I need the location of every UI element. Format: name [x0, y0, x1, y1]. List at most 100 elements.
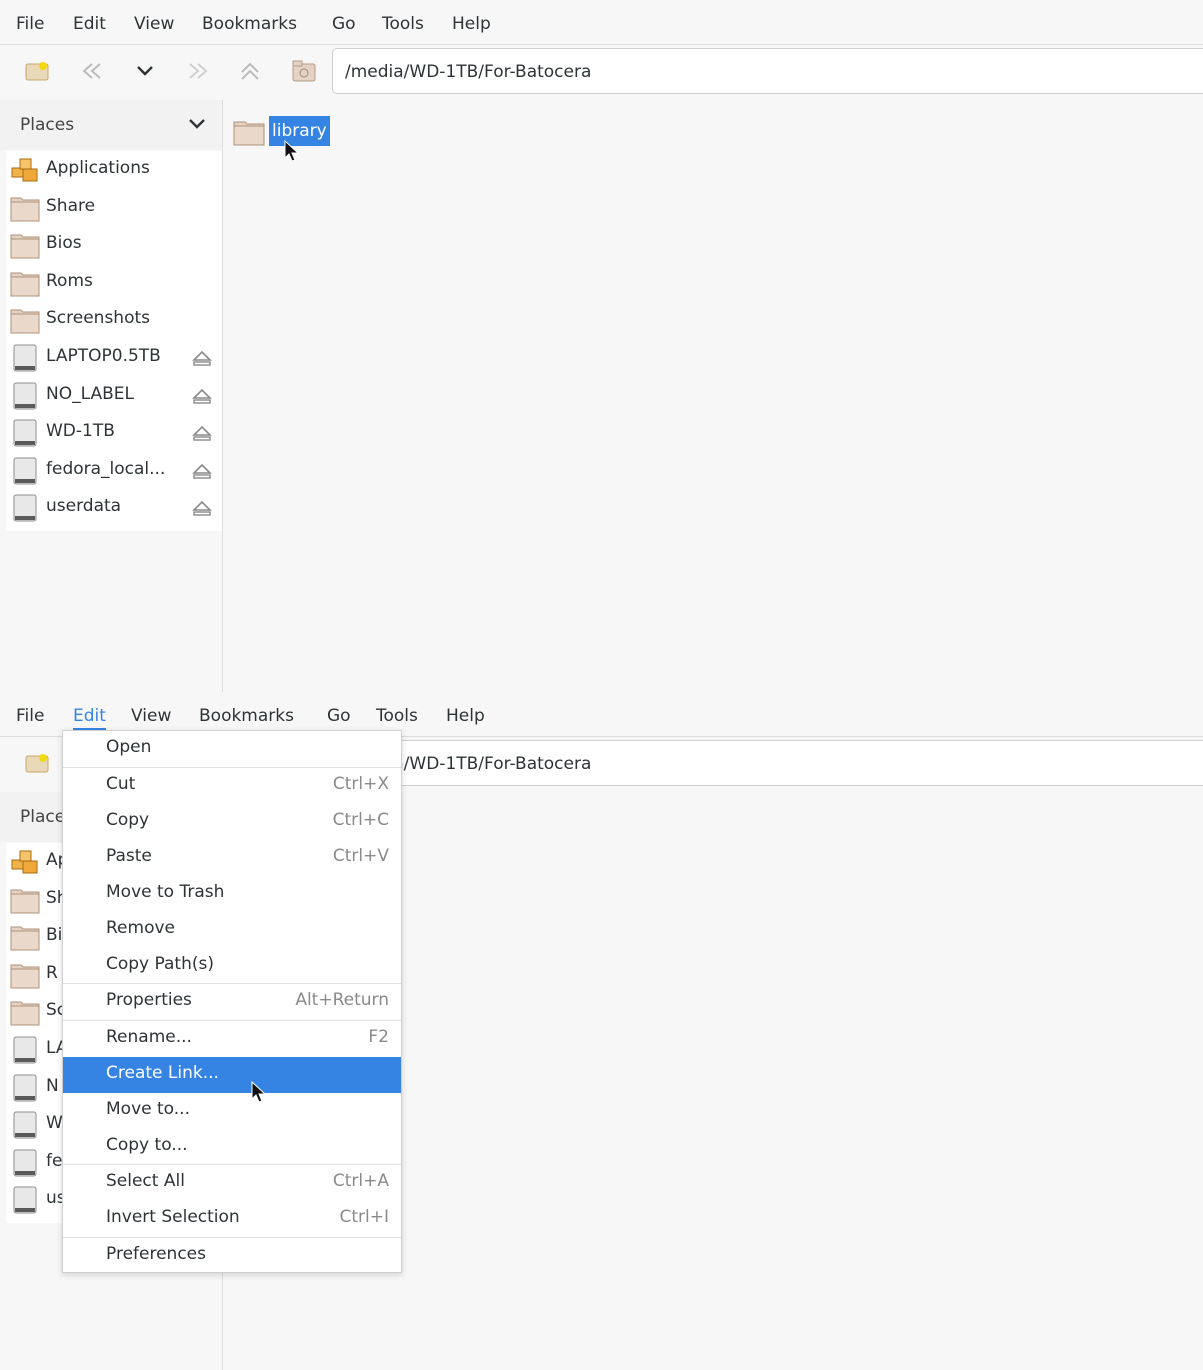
- menu-item[interactable]: Move to...: [63, 1093, 401, 1129]
- sidebar-item[interactable]: LAPTOP0.5TB: [6, 339, 222, 376]
- back-arrow-icon: [82, 63, 101, 79]
- menu-item-shortcut: Ctrl+V: [332, 846, 389, 866]
- eject-icon[interactable]: [191, 349, 213, 367]
- menu-file[interactable]: File: [16, 704, 44, 728]
- menu-bookmarks[interactable]: Bookmarks: [199, 704, 294, 728]
- menu-help[interactable]: Help: [452, 12, 491, 36]
- places-label: Places: [20, 115, 75, 135]
- menu-item-label: Cut: [106, 774, 136, 794]
- eject-icon[interactable]: [191, 462, 213, 480]
- drive-icon: [13, 1149, 37, 1177]
- location-bar[interactable]: /media/WD-1TB/For-Batocera: [332, 48, 1203, 94]
- sidebar-item-label: WD-1TB: [46, 421, 115, 442]
- sidebar-item[interactable]: fedora_local...: [6, 452, 222, 489]
- menu-item[interactable]: Copy Path(s): [63, 948, 401, 984]
- menu-go[interactable]: Go: [332, 12, 356, 36]
- menu-item-label: Rename...: [106, 1027, 192, 1047]
- back-button[interactable]: [74, 53, 110, 89]
- menu-item[interactable]: Select All Ctrl+A: [63, 1165, 401, 1201]
- up-button[interactable]: [232, 53, 268, 89]
- file-view[interactable]: library: [223, 100, 1203, 692]
- menu-item-label: Copy to...: [106, 1135, 188, 1155]
- sidebar-item[interactable]: Bios: [6, 226, 222, 263]
- menu-item-label: Preferences: [106, 1244, 206, 1264]
- folder-icon: [10, 1001, 40, 1026]
- menu-item[interactable]: Properties Alt+Return: [63, 984, 401, 1020]
- sidebar-item[interactable]: Roms: [6, 264, 222, 301]
- folder-icon: [10, 197, 40, 222]
- menu-tools[interactable]: Tools: [376, 704, 418, 728]
- up-arrow-icon: [241, 62, 259, 80]
- sidebar-item-label: R: [46, 962, 58, 983]
- history-dropdown-button[interactable]: [127, 53, 163, 89]
- menu-item[interactable]: Paste Ctrl+V: [63, 840, 401, 876]
- location-bar[interactable]: /media/WD-1TB/For-Batocera: [332, 740, 1203, 786]
- menu-item-label: Paste: [106, 846, 152, 866]
- home-folder-icon: [292, 60, 316, 82]
- menu-view[interactable]: View: [131, 704, 171, 728]
- sidebar-item-label: Bi: [46, 925, 63, 946]
- menu-item-shortcut: Ctrl+A: [332, 1171, 389, 1191]
- menu-separator: [63, 1164, 401, 1165]
- sidebar-item-label: Roms: [46, 270, 93, 291]
- sidebar-item-label: Applications: [46, 158, 150, 178]
- sidebar-item[interactable]: WD-1TB: [6, 414, 222, 451]
- drive-icon: [13, 382, 37, 410]
- menu-item-shortcut: F2: [368, 1027, 389, 1047]
- menu-item[interactable]: Open: [63, 731, 401, 767]
- menu-item-label: Invert Selection: [106, 1207, 240, 1227]
- drive-icon: [13, 344, 37, 372]
- folder-icon: [10, 309, 40, 334]
- mouse-pointer-icon: [284, 140, 300, 162]
- menu-edit[interactable]: Edit: [73, 12, 106, 36]
- menu-item-label: Copy Path(s): [106, 954, 214, 974]
- new-tab-button[interactable]: [20, 745, 56, 781]
- menu-separator: [63, 1237, 401, 1238]
- menu-item-shortcut: Ctrl+X: [332, 774, 389, 794]
- menu-item[interactable]: Cut Ctrl+X: [63, 768, 401, 804]
- menu-item[interactable]: Preferences: [63, 1238, 401, 1274]
- sidebar-item[interactable]: Applications: [6, 151, 222, 188]
- menu-item[interactable]: Rename... F2: [63, 1021, 401, 1057]
- sidebar-item-label: N: [46, 1075, 59, 1096]
- menu-file[interactable]: File: [16, 12, 44, 36]
- menu-separator: [63, 767, 401, 768]
- drive-icon: [13, 457, 37, 485]
- menu-separator: [63, 1020, 401, 1021]
- places-sidebar: Places Applications Share Bios Roms Screensh…: [0, 100, 223, 692]
- menu-view[interactable]: View: [134, 12, 174, 36]
- menu-tools[interactable]: Tools: [382, 12, 424, 36]
- places-header[interactable]: Places: [0, 100, 222, 150]
- menu-item[interactable]: Copy Ctrl+C: [63, 804, 401, 840]
- eject-icon[interactable]: [191, 424, 213, 442]
- menu-item-label: Copy: [106, 810, 150, 830]
- menu-item-label: Select All: [106, 1171, 185, 1191]
- menu-edit[interactable]: Edit: [73, 704, 106, 731]
- sidebar-item-label: userdata: [46, 496, 122, 517]
- sidebar-item[interactable]: Share: [6, 189, 222, 226]
- menu-go[interactable]: Go: [327, 704, 351, 728]
- menu-item-shortcut: Ctrl+I: [339, 1207, 389, 1227]
- places-list: Applications Share Bios Roms Screenshots LAPT…: [6, 151, 222, 531]
- menu-item[interactable]: Copy to...: [63, 1129, 401, 1165]
- home-button[interactable]: [286, 53, 322, 89]
- new-tab-button[interactable]: [20, 53, 56, 89]
- menu-item[interactable]: Invert Selection Ctrl+I: [63, 1201, 401, 1237]
- sidebar-item-label: Bios: [46, 233, 82, 254]
- sidebar-item[interactable]: Screenshots: [6, 301, 222, 338]
- menu-item[interactable]: Remove: [63, 912, 401, 948]
- menu-item-shortcut: Alt+Return: [295, 990, 389, 1010]
- menu-item[interactable]: Create Link...: [63, 1057, 401, 1093]
- forward-button[interactable]: [180, 53, 216, 89]
- drive-icon: [13, 1036, 37, 1064]
- menu-item[interactable]: Move to Trash: [63, 876, 401, 912]
- drive-icon: [13, 1074, 37, 1102]
- menu-bookmarks[interactable]: Bookmarks: [202, 12, 297, 36]
- menu-help[interactable]: Help: [446, 704, 485, 728]
- sidebar-item[interactable]: userdata: [6, 489, 222, 526]
- sidebar-item-label: W: [46, 1113, 63, 1134]
- folder-icon: [10, 889, 40, 914]
- eject-icon[interactable]: [191, 387, 213, 405]
- eject-icon[interactable]: [191, 499, 213, 517]
- sidebar-item[interactable]: NO_LABEL: [6, 377, 222, 414]
